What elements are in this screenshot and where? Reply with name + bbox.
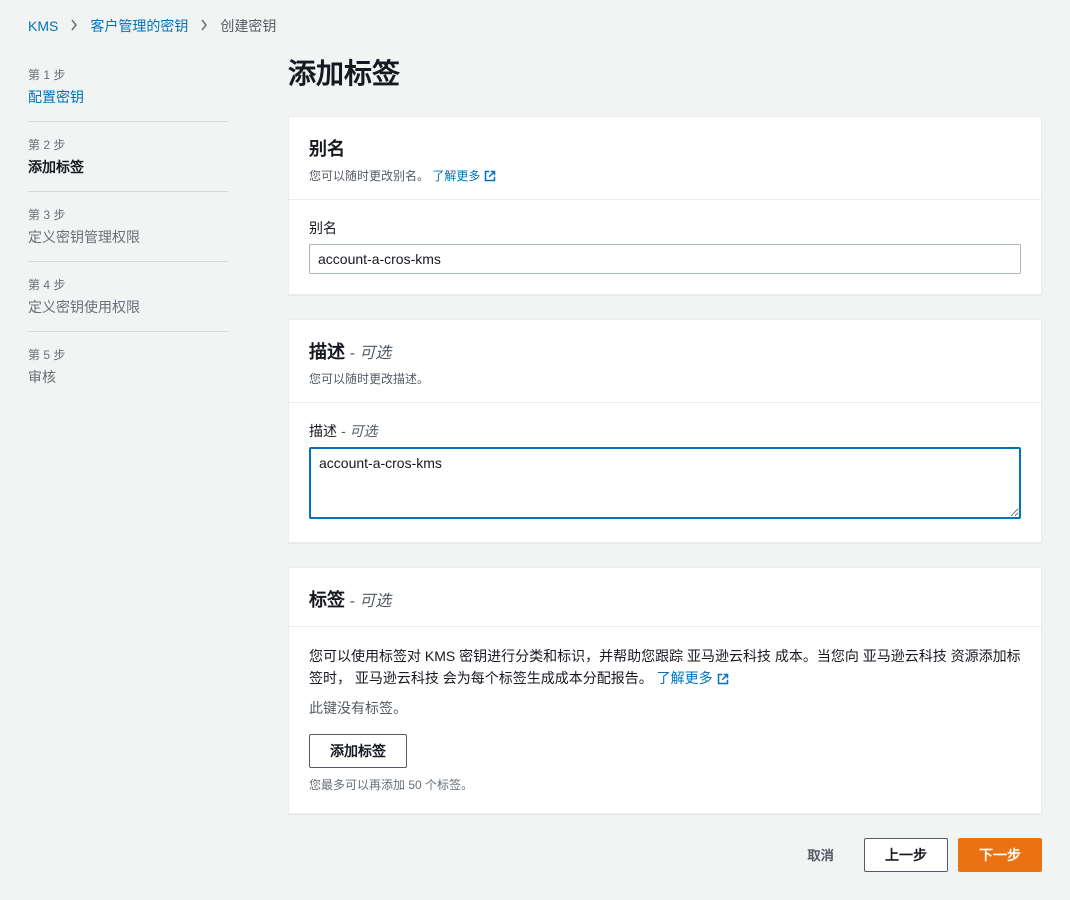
tags-body-text: 您可以使用标签对 KMS 密钥进行分类和标识，并帮助您跟踪 亚马逊云科技 成本。…	[309, 645, 1021, 690]
step-2: 第 2 步 添加标签	[28, 122, 228, 192]
alias-panel: 别名 您可以随时更改别名。 了解更多 别名	[288, 116, 1042, 295]
step-num: 第 1 步	[28, 66, 228, 83]
add-tag-button[interactable]: 添加标签	[309, 734, 407, 768]
next-button[interactable]: 下一步	[958, 838, 1042, 872]
breadcrumb-customer-keys[interactable]: 客户管理的密钥	[90, 16, 188, 36]
step-num: 第 3 步	[28, 206, 228, 223]
breadcrumb-kms[interactable]: KMS	[28, 18, 58, 34]
alias-field-label: 别名	[309, 218, 1021, 238]
chevron-icon	[70, 18, 78, 34]
description-field-label: 描述 - 可选	[309, 421, 1021, 441]
no-tags-text: 此键没有标签。	[309, 698, 1021, 718]
external-link-icon	[717, 673, 729, 685]
tags-learn-more-link[interactable]: 了解更多	[657, 667, 729, 689]
step-num: 第 4 步	[28, 276, 228, 293]
step-num: 第 2 步	[28, 136, 228, 153]
description-panel: 描述 - 可选 您可以随时更改描述。 描述 - 可选	[288, 319, 1042, 543]
chevron-icon	[200, 18, 208, 34]
step-title: 配置密钥	[28, 87, 228, 107]
wizard-steps: 第 1 步 配置密钥 第 2 步 添加标签 第 3 步 定义密钥管理权限 第 4…	[28, 52, 228, 872]
step-title: 审核	[28, 367, 228, 387]
step-num: 第 5 步	[28, 346, 228, 363]
alias-panel-desc: 您可以随时更改别名。 了解更多	[309, 167, 1021, 185]
step-title: 定义密钥管理权限	[28, 227, 228, 247]
description-textarea[interactable]	[309, 447, 1021, 519]
step-title: 定义密钥使用权限	[28, 297, 228, 317]
cancel-button[interactable]: 取消	[787, 838, 854, 872]
step-3: 第 3 步 定义密钥管理权限	[28, 192, 228, 262]
alias-panel-title: 别名	[309, 139, 345, 159]
tags-panel: 标签 - 可选 您可以使用标签对 KMS 密钥进行分类和标识，并帮助您跟踪 亚马…	[288, 567, 1042, 814]
step-4: 第 4 步 定义密钥使用权限	[28, 262, 228, 332]
breadcrumb-current: 创建密钥	[220, 16, 276, 36]
tags-panel-title: 标签 - 可选	[309, 590, 391, 610]
wizard-actions: 取消 上一步 下一步	[288, 838, 1042, 872]
alias-learn-more-link[interactable]: 了解更多	[432, 167, 496, 185]
tags-hint: 您最多可以再添加 50 个标签。	[309, 776, 1021, 793]
description-panel-desc: 您可以随时更改描述。	[309, 370, 1021, 388]
description-panel-title: 描述 - 可选	[309, 342, 391, 362]
step-title: 添加标签	[28, 157, 228, 177]
step-5: 第 5 步 审核	[28, 332, 228, 401]
external-link-icon	[484, 170, 496, 182]
step-1[interactable]: 第 1 步 配置密钥	[28, 52, 228, 122]
alias-input[interactable]	[309, 244, 1021, 274]
previous-button[interactable]: 上一步	[864, 838, 948, 872]
page-title: 添加标签	[288, 52, 1042, 92]
breadcrumb: KMS 客户管理的密钥 创建密钥	[0, 0, 1070, 52]
